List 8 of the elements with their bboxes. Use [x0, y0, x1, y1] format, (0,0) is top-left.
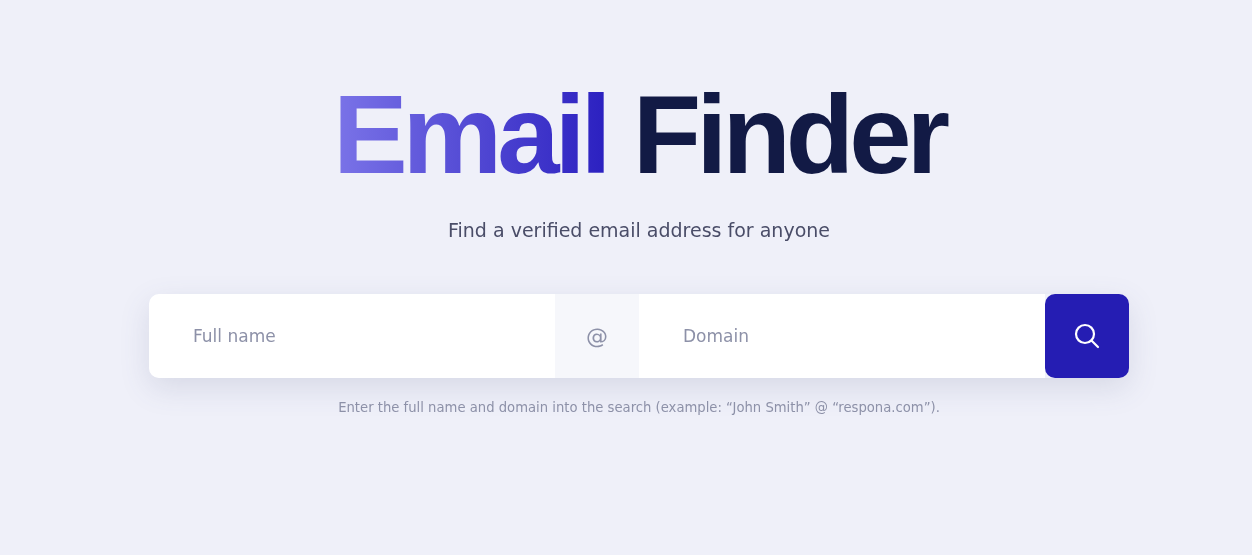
search-icon — [1074, 323, 1100, 349]
hint-text: Enter the full name and domain into the search (example: “John Smith” @ “respona.com”). — [338, 400, 940, 415]
name-field[interactable]: Full name — [149, 294, 555, 378]
at-separator: @ — [555, 294, 639, 378]
domain-field[interactable]: Domain — [639, 294, 1045, 378]
subtitle: Find a verified email address for anyone — [448, 218, 830, 243]
search-button[interactable] — [1045, 294, 1129, 378]
title-text: Finder — [632, 72, 946, 197]
